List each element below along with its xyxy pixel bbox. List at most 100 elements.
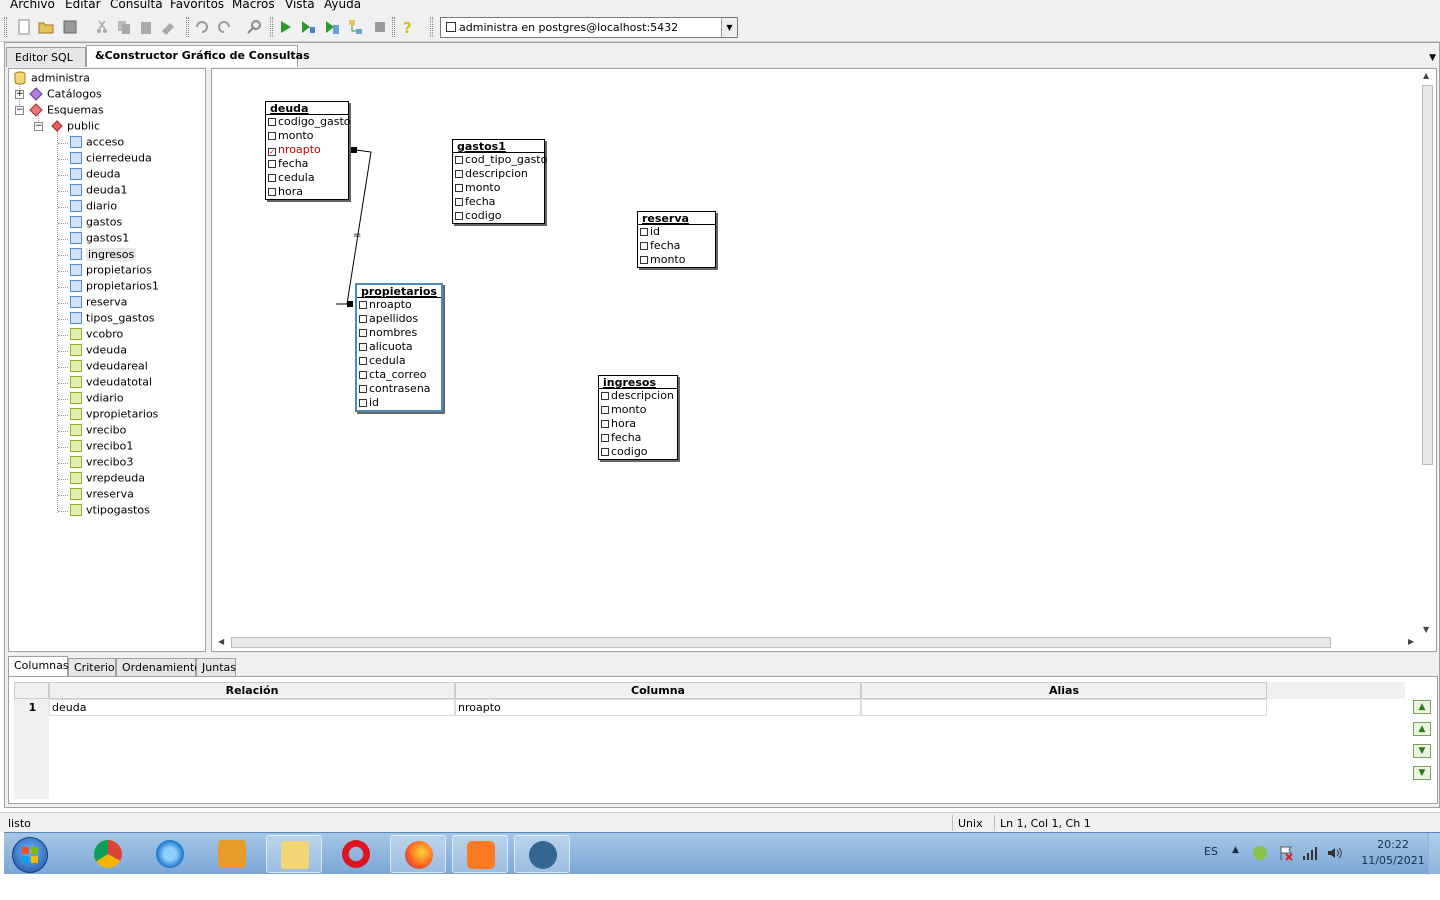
canvas-hscroll[interactable]: ◀ ▶ bbox=[216, 636, 1416, 649]
menu-consulta[interactable]: Consulta bbox=[110, 0, 163, 11]
scroll-right-icon[interactable]: ▶ bbox=[1408, 637, 1414, 646]
checkbox-icon[interactable] bbox=[455, 184, 463, 192]
tree-item-vrecibo1[interactable]: vrecibo1 bbox=[70, 439, 133, 455]
checkbox-icon[interactable] bbox=[640, 256, 648, 264]
grid-cell-alias[interactable] bbox=[861, 699, 1267, 716]
taskbar-opera[interactable] bbox=[328, 835, 384, 873]
query-table-column[interactable]: fecha bbox=[453, 195, 544, 209]
explain-icon[interactable] bbox=[348, 19, 364, 35]
tray-app-icon[interactable] bbox=[1252, 845, 1268, 861]
tree-item-acceso[interactable]: acceso bbox=[70, 135, 124, 151]
query-table-ingresos[interactable]: ingresos descripcion monto hora fecha codigo bbox=[598, 375, 678, 460]
query-table-column[interactable]: cedula bbox=[357, 354, 441, 368]
open-folder-icon[interactable] bbox=[38, 19, 54, 35]
query-table-column[interactable]: fecha bbox=[599, 431, 677, 445]
checkbox-icon[interactable] bbox=[601, 392, 609, 400]
paste-icon[interactable] bbox=[138, 19, 154, 35]
expand-icon[interactable]: + bbox=[15, 90, 24, 99]
new-file-icon[interactable] bbox=[16, 19, 32, 35]
query-table-column[interactable]: cedula bbox=[266, 171, 348, 185]
query-table-reserva[interactable]: reserva id fecha monto bbox=[637, 211, 716, 268]
checkbox-icon[interactable] bbox=[359, 371, 367, 379]
query-table-column[interactable]: contrasena bbox=[357, 382, 441, 396]
grid-header-alias[interactable]: Alias bbox=[861, 682, 1267, 699]
query-table-column[interactable]: monto bbox=[599, 403, 677, 417]
query-canvas[interactable]: = deuda codigo_gasto monto ✓ nroapto fecha ced… bbox=[211, 68, 1437, 652]
query-table-gastos1[interactable]: gastos1 cod_tipo_gasto descripcion monto fec… bbox=[452, 139, 547, 224]
language-indicator[interactable]: ES bbox=[1204, 845, 1218, 858]
query-table-title[interactable]: propietarios bbox=[357, 285, 441, 298]
copy-icon[interactable] bbox=[116, 19, 132, 35]
taskbar-xampp[interactable] bbox=[452, 835, 508, 873]
query-table-column[interactable]: alicuota bbox=[357, 340, 441, 354]
tab-juntas[interactable]: Juntas bbox=[196, 658, 236, 676]
execute-to-file-icon[interactable] bbox=[324, 19, 340, 35]
tree-item-catalogs[interactable]: Catálogos bbox=[29, 87, 102, 103]
checkbox-icon[interactable] bbox=[601, 434, 609, 442]
query-table-column[interactable]: id bbox=[638, 225, 715, 239]
volume-icon[interactable] bbox=[1326, 845, 1342, 861]
tree-item-vrecibo[interactable]: vrecibo bbox=[70, 423, 126, 439]
grid-cell-column[interactable]: nroapto bbox=[455, 699, 861, 716]
grid-row-number[interactable]: 1 bbox=[14, 699, 49, 716]
checkbox-checked-icon[interactable]: ✓ bbox=[268, 148, 276, 156]
query-table-column[interactable]: descripcion bbox=[453, 167, 544, 181]
checkbox-icon[interactable] bbox=[359, 315, 367, 323]
tab-graphical-query-builder[interactable]: &Constructor Gráfico de Consultas bbox=[86, 45, 310, 67]
move-top-icon[interactable]: ▲ bbox=[1413, 700, 1431, 714]
taskbar-firefox[interactable] bbox=[390, 835, 446, 873]
move-down-icon[interactable]: ▼ bbox=[1413, 744, 1431, 758]
move-bottom-icon[interactable]: ▼ bbox=[1413, 766, 1431, 780]
collapse-icon[interactable]: − bbox=[34, 122, 43, 131]
checkbox-icon[interactable] bbox=[455, 212, 463, 220]
query-table-propietarios[interactable]: propietarios nroapto apellidos nombres alicu… bbox=[355, 283, 443, 412]
undo-icon[interactable] bbox=[194, 19, 210, 35]
taskbar-internet-explorer[interactable] bbox=[142, 835, 198, 873]
checkbox-icon[interactable] bbox=[601, 406, 609, 414]
query-table-column[interactable]: monto bbox=[638, 253, 715, 267]
checkbox-icon[interactable] bbox=[268, 160, 276, 168]
checkbox-icon[interactable] bbox=[359, 399, 367, 407]
query-table-column[interactable]: codigo bbox=[453, 209, 544, 223]
canvas-vscroll-thumb[interactable] bbox=[1422, 85, 1433, 465]
tree-item-reserva[interactable]: reserva bbox=[70, 295, 127, 311]
tree-item-vdeudareal[interactable]: vdeudareal bbox=[70, 359, 148, 375]
menu-macros[interactable]: Macros bbox=[232, 0, 275, 11]
tab-editor-sql[interactable]: Editor SQL bbox=[6, 47, 86, 67]
move-up-icon[interactable]: ▲ bbox=[1413, 722, 1431, 736]
query-table-column[interactable]: fecha bbox=[266, 157, 348, 171]
checkbox-icon[interactable] bbox=[268, 118, 276, 126]
tree-item-vrecibo3[interactable]: vrecibo3 bbox=[70, 455, 133, 471]
tab-list-arrow-icon[interactable]: ▼ bbox=[1429, 53, 1436, 63]
menu-editar[interactable]: Editar bbox=[65, 0, 101, 11]
query-table-title[interactable]: ingresos bbox=[599, 376, 677, 389]
stop-icon[interactable] bbox=[372, 19, 388, 35]
checkbox-icon[interactable] bbox=[359, 343, 367, 351]
taskbar-media-player[interactable] bbox=[204, 835, 260, 873]
menu-vista[interactable]: Vista bbox=[285, 0, 315, 11]
query-table-column[interactable]: monto bbox=[453, 181, 544, 195]
query-table-deuda[interactable]: deuda codigo_gasto monto ✓ nroapto fecha cedul… bbox=[265, 101, 351, 200]
checkbox-icon[interactable] bbox=[268, 188, 276, 196]
query-table-column[interactable]: id bbox=[357, 396, 441, 410]
redo-icon[interactable] bbox=[216, 19, 232, 35]
tree-item-schema-public[interactable]: public bbox=[51, 119, 100, 135]
grid-header-column[interactable]: Columna bbox=[455, 682, 861, 699]
join-handle-left[interactable] bbox=[351, 147, 357, 153]
tree-item-vrepdeuda[interactable]: vrepdeuda bbox=[70, 471, 145, 487]
query-table-column[interactable]: descripcion bbox=[599, 389, 677, 403]
tree-item-vdeuda[interactable]: vdeuda bbox=[70, 343, 127, 359]
checkbox-icon[interactable] bbox=[359, 301, 367, 309]
clear-icon[interactable] bbox=[160, 19, 176, 35]
grid-cell-relation[interactable]: deuda bbox=[49, 699, 455, 716]
cut-icon[interactable] bbox=[94, 19, 110, 35]
menu-ayuda[interactable]: Ayuda bbox=[324, 0, 361, 11]
menu-favoritos[interactable]: Favoritos bbox=[170, 0, 224, 11]
connection-checkbox[interactable] bbox=[446, 22, 456, 32]
collapse-icon[interactable]: − bbox=[15, 106, 24, 115]
query-table-column[interactable]: apellidos bbox=[357, 312, 441, 326]
execute-pgscript-icon[interactable] bbox=[300, 19, 316, 35]
taskbar-explorer[interactable] bbox=[266, 835, 322, 873]
taskbar-chrome[interactable] bbox=[80, 835, 136, 873]
checkbox-icon[interactable] bbox=[601, 448, 609, 456]
